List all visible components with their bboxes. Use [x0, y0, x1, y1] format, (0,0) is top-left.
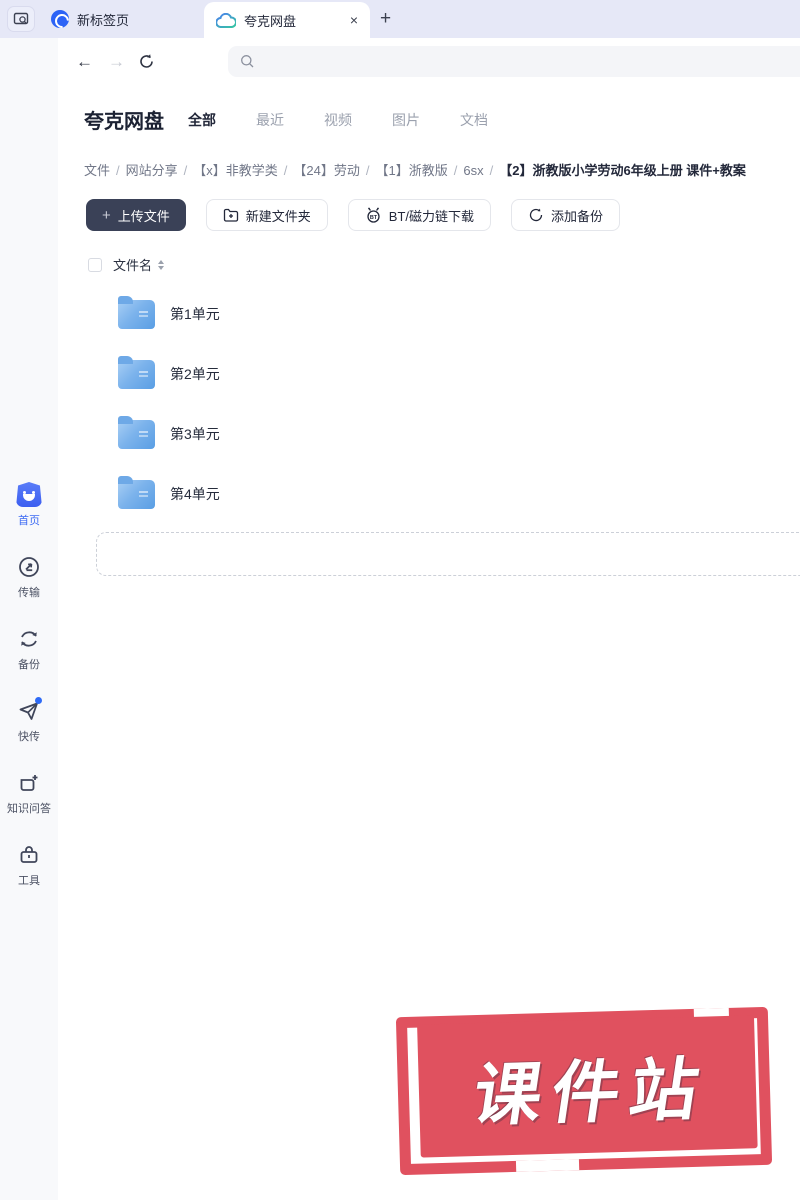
app-sidebar: 首页 传输 备份 快传 知识问答 工具 — [0, 38, 58, 1200]
stamp-body: 课件站 — [417, 1015, 758, 1158]
breadcrumb-separator: / — [489, 163, 494, 178]
tab-videos[interactable]: 视频 — [324, 110, 352, 130]
file-list-header: 文件名 — [88, 255, 800, 274]
sidebar-item-transfer[interactable]: 传输 — [0, 555, 58, 600]
sidebar-item-knowledge-qa[interactable]: 知识问答 — [0, 771, 58, 816]
sidebar-item-label: 首页 — [18, 515, 40, 527]
notification-dot — [35, 697, 42, 704]
breadcrumb-item[interactable]: 网站分享 — [126, 163, 178, 178]
folder-name: 第4单元 — [170, 486, 220, 502]
back-icon[interactable]: ← — [76, 53, 93, 70]
tab-docs[interactable]: 文档 — [460, 110, 488, 130]
bt-download-label: BT/磁力链下载 — [388, 208, 475, 224]
sidebar-item-tools[interactable]: 工具 — [0, 843, 58, 888]
add-backup-button[interactable]: 添加备份 — [511, 199, 621, 231]
sidebar-item-backup[interactable]: 备份 — [0, 627, 58, 672]
breadcrumb-item[interactable]: 文件 — [84, 163, 110, 178]
forward-icon[interactable]: → — [108, 53, 125, 70]
paper-plane-icon — [17, 697, 42, 723]
select-all-checkbox[interactable] — [88, 257, 102, 272]
refresh-icon[interactable] — [138, 53, 155, 70]
plus-icon: + — [102, 206, 111, 224]
folder-icon — [118, 295, 155, 329]
sidebar-item-label: 传输 — [18, 587, 40, 599]
sidebar-item-fast-transfer[interactable]: 快传 — [0, 697, 58, 744]
tab-new-page-label: 新标签页 — [77, 12, 130, 28]
breadcrumb-separator: / — [453, 163, 458, 178]
breadcrumb-separator: / — [116, 163, 120, 178]
new-folder-label: 新建文件夹 — [245, 208, 311, 224]
sync-circle-icon — [529, 208, 543, 222]
upload-dropzone[interactable] — [96, 532, 800, 576]
folder-name: 第1单元 — [170, 306, 220, 322]
new-tab-button[interactable]: + — [380, 0, 391, 38]
column-filename-label[interactable]: 文件名 — [113, 255, 152, 274]
folder-row[interactable]: 第2单元 — [58, 344, 800, 404]
browser-tab-bar: 新标签页 夸克网盘 × + — [0, 0, 800, 38]
filter-tabs: 全部 最近 视频 图片 文档 — [188, 110, 488, 130]
watermark-stamp: 课件站 — [395, 1006, 773, 1176]
sidebar-item-home[interactable]: 首页 — [0, 482, 58, 528]
folder-row[interactable]: 第1单元 — [58, 284, 800, 344]
tab-all[interactable]: 全部 — [188, 110, 216, 130]
browser-nav-bar: ← → — [58, 38, 800, 85]
breadcrumb-item[interactable]: 【x】非教学类 — [193, 163, 278, 178]
folder-row[interactable]: 第3单元 — [58, 404, 800, 464]
search-icon — [241, 55, 254, 68]
folder-icon — [118, 415, 155, 449]
new-folder-button[interactable]: 新建文件夹 — [205, 199, 328, 231]
address-search-bar[interactable] — [228, 46, 800, 77]
tab-new-page[interactable]: 新标签页 — [51, 10, 129, 29]
bt-magnet-download-button[interactable]: BT BT/磁力链下载 — [347, 199, 492, 231]
backup-sync-icon — [17, 627, 41, 651]
file-list: 第1单元 第2单元 第3单元 第4单元 — [58, 284, 800, 524]
bt-magnet-icon: BT — [367, 207, 380, 223]
action-toolbar: + 上传文件 新建文件夹 BT BT/磁力链下载 添加备份 — [86, 199, 800, 231]
folder-icon — [118, 475, 155, 509]
tab-search-button[interactable] — [7, 6, 35, 32]
cloud-drive-icon — [216, 12, 236, 28]
breadcrumb-separator: / — [183, 163, 188, 178]
tab-quark-drive[interactable]: 夸克网盘 × — [204, 2, 370, 38]
folder-name: 第3单元 — [170, 426, 220, 442]
add-backup-label: 添加备份 — [551, 208, 604, 224]
upload-file-label: 上传文件 — [117, 208, 170, 224]
breadcrumb-item[interactable]: 【1】浙教版 — [376, 163, 448, 178]
breadcrumb-separator: / — [365, 163, 370, 178]
tab-images[interactable]: 图片 — [392, 110, 420, 130]
sidebar-item-label: 快传 — [18, 731, 40, 743]
sidebar-item-label: 备份 — [18, 659, 40, 671]
close-tab-icon[interactable]: × — [350, 13, 358, 27]
quark-browser-logo-icon — [51, 10, 69, 28]
tab-quark-drive-label: 夸克网盘 — [244, 13, 297, 29]
folder-name: 第2单元 — [170, 366, 220, 382]
page-title: 夸克网盘 — [84, 111, 164, 133]
upload-file-button[interactable]: + 上传文件 — [86, 199, 186, 231]
sidebar-item-label: 工具 — [18, 875, 40, 887]
stamp-text: 课件站 — [468, 1051, 714, 1135]
toolbox-icon — [17, 843, 41, 867]
breadcrumb-item[interactable]: 6sx — [463, 163, 483, 178]
sort-icon[interactable] — [158, 259, 165, 270]
folder-icon — [118, 355, 155, 389]
home-smiley-icon — [16, 482, 42, 507]
transfer-icon — [17, 555, 41, 579]
tab-recent[interactable]: 最近 — [256, 110, 284, 130]
breadcrumb-separator: / — [283, 163, 288, 178]
sidebar-item-label: 知识问答 — [7, 803, 51, 815]
breadcrumb-current: 【2】浙教版小学劳动6年级上册 课件+教案 — [499, 163, 746, 178]
breadcrumb-item[interactable]: 【24】劳动 — [293, 163, 359, 178]
folder-row[interactable]: 第4单元 — [58, 464, 800, 524]
svg-text:BT: BT — [370, 215, 378, 221]
breadcrumb: 文件 / 网站分享 / 【x】非教学类 / 【24】劳动 / 【1】浙教版 / 6sx / 【2】浙教版… — [84, 160, 800, 179]
browser-window: 新标签页 夸克网盘 × + ← → 首页 传输 备份 快传 知识问答 工具 夸克… — [0, 0, 800, 1200]
folder-plus-icon — [223, 208, 238, 222]
window-search-icon — [13, 12, 29, 25]
knowledge-qa-icon — [17, 771, 41, 795]
